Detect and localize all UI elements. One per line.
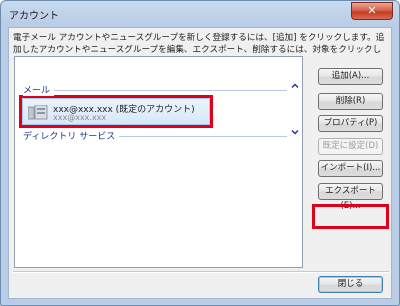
- account-list[interactable]: メール xxx@xxx.xxx (既定のアカウント) xxx@xxx.xxx デ…: [14, 56, 303, 268]
- group-label-mail: メール: [23, 83, 55, 96]
- title-bar: アカウント ✕: [1, 1, 399, 27]
- add-button[interactable]: 追加(A)...: [318, 68, 383, 85]
- close-window-button[interactable]: ✕: [351, 2, 393, 20]
- dialog-title: アカウント: [9, 11, 59, 22]
- close-button[interactable]: 閉じる: [318, 276, 383, 293]
- accounts-dialog: アカウント ✕ 電子メール アカウントやニュースグループを新しく登録するには、[…: [0, 0, 400, 306]
- chevron-down-icon[interactable]: [291, 128, 299, 139]
- group-header-mail[interactable]: メール: [23, 83, 299, 97]
- close-icon: ✕: [367, 4, 377, 17]
- group-divider: [23, 90, 287, 91]
- mail-account-icon: [27, 104, 48, 120]
- delete-button[interactable]: 削除(R): [318, 93, 383, 110]
- set-default-button[interactable]: 既定に設定(D): [318, 138, 383, 155]
- export-button[interactable]: エクスポート(E)...: [318, 183, 383, 211]
- footer-divider-light: [13, 272, 389, 273]
- properties-button[interactable]: プロパティ(P): [318, 115, 383, 132]
- group-header-directory[interactable]: ディレクトリ サービス: [23, 129, 299, 143]
- account-address: xxx@xxx.xxx: [53, 113, 107, 122]
- group-label-directory: ディレクトリ サービス: [23, 129, 120, 142]
- import-button[interactable]: インポート(I)...: [318, 160, 383, 177]
- chevron-up-icon[interactable]: [291, 82, 299, 93]
- dialog-body: 電子メール アカウントやニュースグループを新しく登録するには、[追加] をクリッ…: [8, 27, 392, 299]
- account-item[interactable]: xxx@xxx.xxx (既定のアカウント) xxx@xxx.xxx: [22, 98, 210, 125]
